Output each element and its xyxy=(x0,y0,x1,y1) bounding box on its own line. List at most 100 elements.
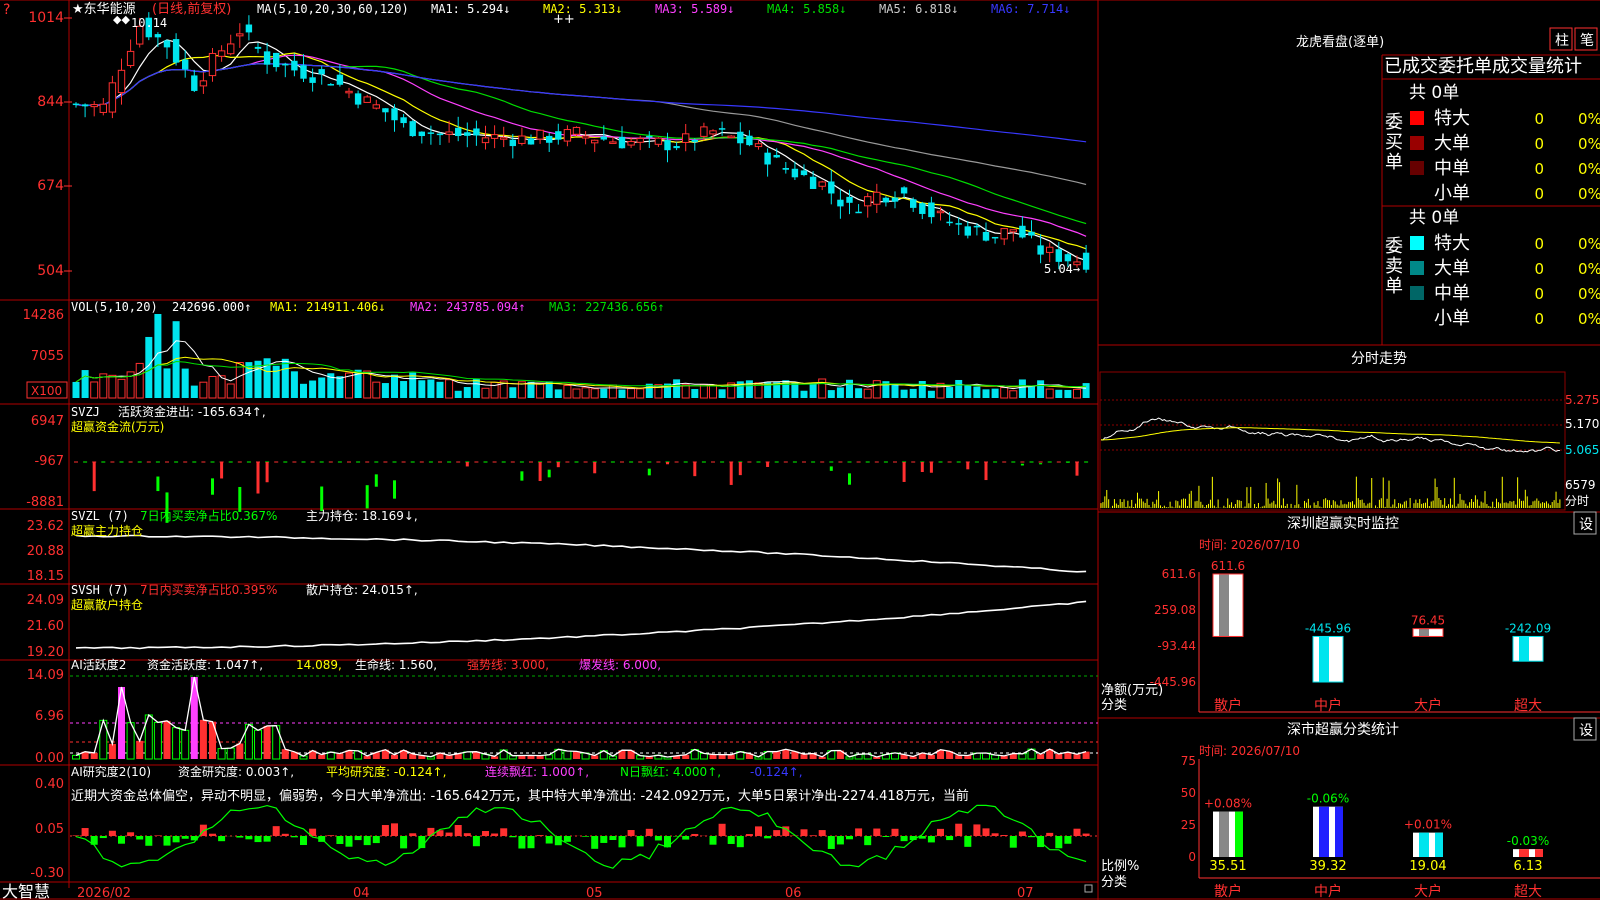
inflow-bar xyxy=(729,462,733,485)
activity-bar xyxy=(108,743,116,759)
stats-bar-stripe xyxy=(1419,832,1429,857)
main-kline-panel[interactable]: ? ★东华能源 (日线,前复权) MA(5,10,20,30,60,120) M… xyxy=(3,1,1090,279)
svsh-title: SVSH (7) xyxy=(71,583,129,597)
sell-side-label: 委卖单 xyxy=(1385,236,1403,297)
research-bar-up xyxy=(1000,835,1008,836)
stats-value-label: 35.51 xyxy=(1209,859,1246,874)
svzj-subtitle: 超赢资金流(万元) xyxy=(71,419,164,434)
volume-bar-up xyxy=(445,379,454,399)
stats-category-label: 大户 xyxy=(1414,883,1442,900)
outflow-bar xyxy=(647,468,651,476)
monitor-value-label: -445.96 xyxy=(1305,621,1351,635)
inflow-bar xyxy=(984,462,988,481)
candle-down xyxy=(273,52,280,68)
svsh-line xyxy=(75,600,1087,650)
outflow-bar xyxy=(829,466,833,471)
stats-bar-edge xyxy=(1235,811,1243,857)
volume-bar-up xyxy=(363,370,372,399)
vol-axis-mid: 7055 xyxy=(31,349,64,364)
vol-unit[interactable]: X100 xyxy=(31,384,62,398)
sell-total: 共 0单 xyxy=(1409,208,1459,228)
research-bar-up xyxy=(454,825,462,836)
research-bar-down xyxy=(236,836,244,838)
ai-research-panel[interactable]: AI研究度2(10) 资金研究度: 0.003↑, 平均研究度: -0.124↑… xyxy=(30,764,1098,881)
stats-category-label: 中户 xyxy=(1314,883,1342,900)
activity-bar xyxy=(1055,753,1063,759)
monitor-bar-stripe xyxy=(1319,636,1329,682)
monitor-settings-label[interactable]: 设 xyxy=(1579,517,1593,533)
order-size-label: 中单 xyxy=(1434,283,1470,304)
svsh-axis-top: 24.09 xyxy=(27,593,64,608)
stats-time: 时间: 2026/07/10 xyxy=(1199,744,1300,758)
research-bar-up xyxy=(1046,832,1054,836)
order-size-label: 大单 xyxy=(1434,133,1470,154)
tab-bar-label[interactable]: 柱 xyxy=(1555,33,1569,49)
monitor-bar-stripe xyxy=(1219,574,1229,637)
lhb-panel[interactable]: 龙虎看盘(逐单) 柱 笔 已成交委托单成交量统计 共 0单 共 0单 委买单 委… xyxy=(1296,27,1600,329)
volume-bar-down xyxy=(964,384,972,398)
research-bar-down xyxy=(927,836,935,843)
research-bar-up xyxy=(127,832,135,836)
monitor-bar-stripe xyxy=(1419,628,1429,637)
candle-down xyxy=(81,104,89,107)
research-bar-down xyxy=(145,836,153,846)
monitor-category-label: 中户 xyxy=(1314,697,1342,714)
ai-activity-panel[interactable]: AI活跃度2 资金活跃度: 1.047↑, 14.089, 生命线: 1.560… xyxy=(27,657,1098,766)
svzl-panel[interactable]: SVZL (7) 7日内买卖净占比0.367% 主力持仓: 18.169↓, 超… xyxy=(27,508,1087,584)
volume-bar-down xyxy=(309,380,317,398)
candle-up xyxy=(654,137,663,145)
outflow-bar xyxy=(374,474,378,487)
realtime-monitor-panel[interactable]: 深圳超赢实时监控 设 时间: 2026/07/10 611.6 259.08 -93… xyxy=(1101,511,1600,714)
lock-icon[interactable] xyxy=(1084,884,1093,893)
volume-bar-down xyxy=(846,379,853,398)
research-bar-down xyxy=(163,836,171,846)
volume-bar-down xyxy=(618,389,626,398)
candle-down xyxy=(664,140,671,151)
stats-settings-label[interactable]: 设 xyxy=(1579,723,1593,739)
candle-down xyxy=(900,187,908,194)
event-marker[interactable]: ++ xyxy=(553,12,575,27)
svzj-axis-top: 6947 xyxy=(31,414,64,429)
volume-bar-down xyxy=(427,379,435,398)
research-bar-down xyxy=(336,836,344,844)
research-bar-down xyxy=(509,836,517,838)
ma-legend-item: MA1: 5.294↓ xyxy=(431,2,510,16)
monitor-category-label: 大户 xyxy=(1414,697,1442,714)
candle-up xyxy=(372,104,381,109)
chart-mode[interactable]: (日线,前复权) xyxy=(152,1,231,17)
candle-down xyxy=(245,24,253,33)
stats-axis-label: 0 xyxy=(1188,850,1196,864)
svzj-panel[interactable]: SVZJ 活跃资金进出: -165.634↑, 超赢资金流(万元) 6947 -… xyxy=(26,404,1089,523)
monitor-time: 时间: 2026/07/10 xyxy=(1199,538,1300,552)
research-bar-down xyxy=(846,836,853,840)
volume-bar-up xyxy=(863,388,872,399)
volume-bar-down xyxy=(827,390,835,398)
research-bar-down xyxy=(563,836,571,842)
activity-bar xyxy=(709,754,717,759)
legend-swatch xyxy=(1410,111,1424,125)
tab-stroke-label[interactable]: 笔 xyxy=(1580,33,1594,49)
candle-down xyxy=(764,152,771,165)
research-bar-down xyxy=(900,836,908,842)
candle-down xyxy=(910,199,917,208)
svsh-panel[interactable]: SVSH (7) 7日内买卖净占比0.395% 散户持仓: 24.015↑, 超… xyxy=(27,582,1087,660)
volume-bar-up xyxy=(108,374,117,399)
volume-bar-down xyxy=(554,389,562,398)
brand-logo[interactable]: 大智慧 xyxy=(2,882,50,900)
candle-down xyxy=(855,211,862,214)
candle-down xyxy=(955,223,962,225)
volume-bar-down xyxy=(909,388,917,398)
category-stats-panel[interactable]: 深市超赢分类统计 设 时间: 2026/07/10 75 50 25 0 +0.08%… xyxy=(1101,717,1600,900)
candle-down xyxy=(982,231,990,241)
candle-up xyxy=(818,181,826,187)
ma-line-10 xyxy=(75,52,1087,250)
ma-legend-item: MA3: 5.589↓ xyxy=(655,2,734,16)
candle-down xyxy=(455,127,462,137)
candle-down xyxy=(737,131,744,144)
volume-panel[interactable]: VOL(5,10,20) 242696.000↑ MA1: 214911.406… xyxy=(23,300,1090,399)
intraday-panel[interactable]: 分时走势 5.275 5.170 5.065 6579 分时 xyxy=(1100,351,1599,508)
low-price-note: 5.04→ xyxy=(1044,262,1080,276)
volume-bar-down xyxy=(509,387,517,398)
volume-bar-down xyxy=(900,389,908,398)
question-mark-icon[interactable]: ? xyxy=(3,2,10,18)
